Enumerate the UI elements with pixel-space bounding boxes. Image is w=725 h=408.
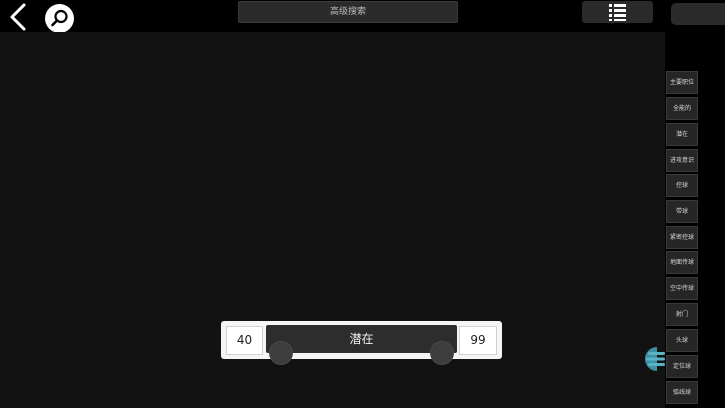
top-right-button[interactable] <box>671 3 725 25</box>
range-track[interactable]: 潜在 <box>266 325 457 353</box>
list-icon <box>609 4 626 21</box>
range-slider-panel: 40 潜在 99 <box>221 321 502 359</box>
search-button[interactable] <box>45 4 74 33</box>
back-button[interactable] <box>6 2 30 32</box>
filter-item[interactable]: 主要职位 <box>666 71 698 94</box>
range-min-value[interactable]: 40 <box>226 326 263 355</box>
filter-item[interactable]: 紧密控球 <box>666 226 698 249</box>
filter-item[interactable]: 射门 <box>666 303 698 326</box>
filter-item[interactable]: 全能的 <box>666 97 698 120</box>
filter-item[interactable]: 地面传球 <box>666 251 698 274</box>
range-max-value[interactable]: 99 <box>459 326 497 355</box>
filter-item[interactable]: 带球 <box>666 200 698 223</box>
top-bar: 高级搜索 <box>0 0 725 33</box>
filter-item[interactable]: 头球 <box>666 329 698 352</box>
filter-item[interactable]: 空中传球 <box>666 277 698 300</box>
side-menu-button[interactable] <box>644 346 666 372</box>
filter-item[interactable]: 进攻意识 <box>666 149 698 172</box>
menu-lines-icon <box>645 347 665 371</box>
magnifier-icon <box>51 9 68 27</box>
list-view-button[interactable] <box>582 1 653 23</box>
filter-item[interactable]: 定位球 <box>666 355 698 378</box>
range-max-thumb[interactable] <box>430 341 454 365</box>
filter-item[interactable]: 控球 <box>666 174 698 197</box>
chevron-left-icon <box>10 3 26 31</box>
range-min-thumb[interactable] <box>269 341 293 365</box>
advanced-search-button[interactable]: 高级搜索 <box>238 1 458 23</box>
filter-item[interactable]: 潜在 <box>666 123 698 146</box>
filter-item[interactable]: 弧线球 <box>666 381 698 404</box>
